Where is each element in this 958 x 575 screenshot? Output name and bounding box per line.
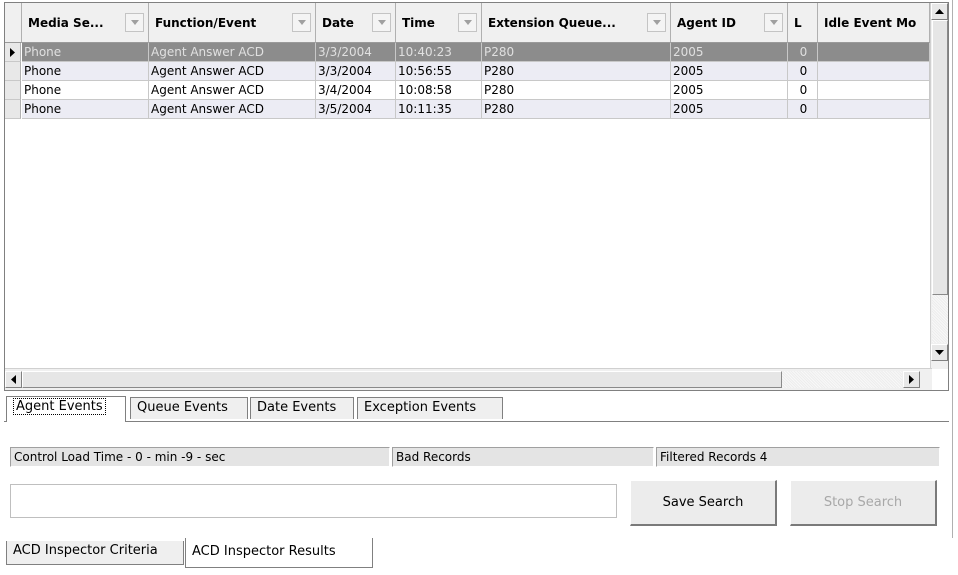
filter-dropdown-icon[interactable]: [647, 13, 666, 32]
vertical-scrollbar[interactable]: [930, 3, 948, 369]
cell-extension[interactable]: P280: [482, 43, 671, 62]
cell-media[interactable]: Phone: [22, 43, 149, 62]
search-input[interactable]: [10, 484, 617, 518]
up-arrow-icon: [935, 8, 944, 14]
cell-idle-event[interactable]: [818, 43, 930, 62]
cell-extension[interactable]: P280: [482, 62, 671, 81]
cell-date[interactable]: 3/5/2004: [316, 100, 396, 119]
cell-l[interactable]: 0: [788, 81, 818, 100]
tab-exception-events[interactable]: Exception Events: [357, 397, 503, 419]
row-selector[interactable]: [5, 81, 21, 100]
cell-l[interactable]: 0: [788, 43, 818, 62]
column-header-media[interactable]: Media Se...: [22, 3, 149, 43]
cell-media[interactable]: Phone: [22, 62, 149, 81]
cell-extension[interactable]: P280: [482, 81, 671, 100]
cell-agent-id[interactable]: 2005: [671, 100, 788, 119]
cell-media[interactable]: Phone: [22, 81, 149, 100]
cell-idle-event[interactable]: [818, 81, 930, 100]
cell-l[interactable]: 0: [788, 62, 818, 81]
cell-time[interactable]: 10:11:35: [396, 100, 482, 119]
horizontal-scrollbar[interactable]: [5, 368, 932, 390]
right-border: [952, 0, 953, 538]
column-header-agent-id[interactable]: Agent ID: [671, 3, 788, 43]
filter-dropdown-icon[interactable]: [764, 13, 783, 32]
tab-queue-events[interactable]: Queue Events: [130, 397, 248, 419]
cell-idle-event[interactable]: [818, 62, 930, 81]
filter-dropdown-icon[interactable]: [458, 13, 477, 32]
filter-dropdown-icon[interactable]: [125, 13, 144, 32]
down-arrow-icon: [935, 349, 944, 355]
filter-dropdown-icon[interactable]: [292, 13, 311, 32]
cell-date[interactable]: 3/3/2004: [316, 62, 396, 81]
row-selector[interactable]: [5, 62, 21, 81]
horizontal-scroll-track[interactable]: [782, 371, 902, 388]
scroll-left-button[interactable]: [5, 371, 22, 388]
vertical-scroll-track[interactable]: [932, 295, 948, 343]
tab-strip-baseline: [4, 421, 949, 422]
cell-time[interactable]: 10:56:55: [396, 62, 482, 81]
cell-function[interactable]: Agent Answer ACD: [149, 43, 316, 62]
stop-search-button[interactable]: Stop Search: [790, 480, 937, 526]
left-arrow-icon: [10, 375, 16, 384]
tab-agent-events[interactable]: Agent Events: [6, 396, 126, 422]
scroll-up-button[interactable]: [931, 3, 948, 20]
results-grid[interactable]: Media Se... Function/Event Date Time Ext…: [4, 2, 949, 391]
cell-agent-id[interactable]: 2005: [671, 43, 788, 62]
cell-l[interactable]: 0: [788, 100, 818, 119]
scroll-right-button[interactable]: [903, 371, 920, 388]
row-header-corner: [5, 3, 22, 43]
cell-agent-id[interactable]: 2005: [671, 62, 788, 81]
cell-agent-id[interactable]: 2005: [671, 81, 788, 100]
load-time-status: Control Load Time - 0 - min -9 - sec: [10, 447, 390, 467]
vertical-scroll-thumb[interactable]: [932, 20, 948, 295]
cell-function[interactable]: Agent Answer ACD: [149, 81, 316, 100]
cell-media[interactable]: Phone: [22, 100, 149, 119]
column-header-function[interactable]: Function/Event: [149, 3, 316, 43]
cell-time[interactable]: 10:40:23: [396, 43, 482, 62]
tab-acd-inspector-results[interactable]: ACD Inspector Results: [185, 538, 373, 568]
scroll-down-button[interactable]: [931, 344, 948, 361]
filtered-records-status: Filtered Records 4: [656, 447, 940, 467]
column-header-time[interactable]: Time: [396, 3, 482, 43]
cell-date[interactable]: 3/4/2004: [316, 81, 396, 100]
triangle-right-icon: [10, 48, 15, 57]
cell-date[interactable]: 3/3/2004: [316, 43, 396, 62]
tab-date-events[interactable]: Date Events: [250, 397, 354, 419]
column-header-idle-event[interactable]: Idle Event Mo: [818, 3, 930, 43]
filter-dropdown-icon[interactable]: [372, 13, 391, 32]
cell-function[interactable]: Agent Answer ACD: [149, 62, 316, 81]
column-header-date[interactable]: Date: [316, 3, 396, 43]
column-header-extension[interactable]: Extension Queue...: [482, 3, 671, 43]
row-selector[interactable]: [5, 100, 21, 119]
tab-acd-inspector-criteria[interactable]: ACD Inspector Criteria: [6, 541, 184, 565]
cell-function[interactable]: Agent Answer ACD: [149, 100, 316, 119]
cell-time[interactable]: 10:08:58: [396, 81, 482, 100]
horizontal-scroll-thumb[interactable]: [22, 371, 782, 388]
save-search-button[interactable]: Save Search: [630, 480, 777, 526]
column-header-l[interactable]: L: [788, 3, 818, 43]
bad-records-status: Bad Records: [392, 447, 654, 467]
right-arrow-icon: [908, 375, 914, 384]
cell-idle-event[interactable]: [818, 100, 930, 119]
row-selector[interactable]: [5, 43, 21, 62]
cell-extension[interactable]: P280: [482, 100, 671, 119]
